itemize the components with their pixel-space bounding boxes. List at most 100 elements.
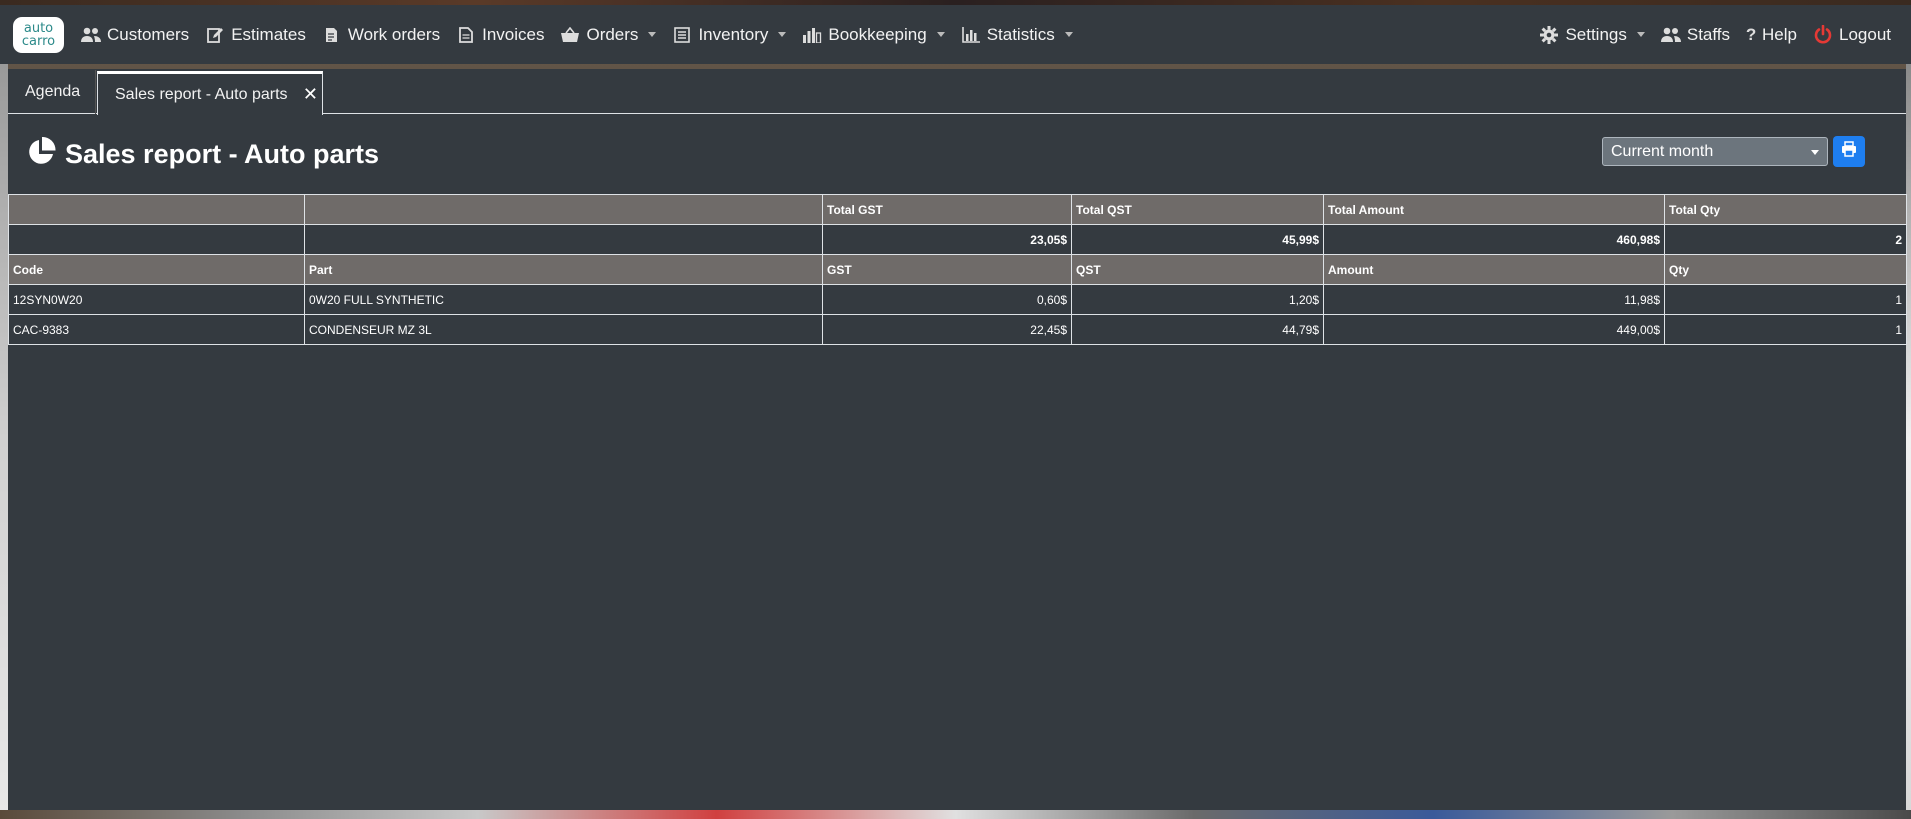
background-photo-right (1906, 64, 1911, 814)
sales-report-table: Total GST Total QST Total Amount Total Q… (8, 194, 1907, 345)
table-header-cell: Total Qty (1664, 194, 1907, 225)
tab-sales-report[interactable]: Sales report - Auto parts ✕ (97, 71, 323, 115)
column-header-amount[interactable]: Amount (1323, 254, 1665, 285)
table-header-cell: Total QST (1071, 194, 1324, 225)
users-icon (1660, 25, 1681, 45)
nav-help-label: Help (1762, 24, 1797, 44)
tab-agenda-label: Agenda (25, 83, 81, 100)
cell-part: CONDENSEUR MZ 3L (304, 314, 823, 345)
table-header-cell: Total Amount (1323, 194, 1665, 225)
cell-qty: 1 (1664, 314, 1907, 345)
nav-orders[interactable]: Orders (552, 15, 664, 55)
file-icon (456, 25, 476, 45)
tab-agenda[interactable]: Agenda (8, 70, 96, 114)
cell-part: 0W20 FULL SYNTHETIC (304, 284, 823, 315)
users-icon (81, 25, 101, 45)
totals-row: 23,05$ 45,99$ 460,98$ 2 (8, 224, 1907, 255)
chevron-down-icon (648, 32, 657, 37)
table-header-cell (8, 194, 305, 225)
total-gst: 23,05$ (822, 224, 1072, 255)
page-title: Sales report - Auto parts (65, 139, 380, 169)
nav-estimates-label: Estimates (231, 24, 306, 44)
logo-text-bottom: carro (21, 33, 56, 49)
table-cell (8, 224, 305, 255)
cell-gst: 0,60$ (822, 284, 1072, 315)
cell-code: 12SYN0W20 (8, 284, 305, 315)
nav-staffs[interactable]: Staffs (1653, 15, 1738, 55)
close-tab-icon[interactable]: ✕ (303, 84, 318, 105)
nav-inventory[interactable]: Inventory (664, 15, 794, 55)
column-header-qst[interactable]: QST (1071, 254, 1324, 285)
pie-chart-icon (26, 136, 56, 172)
period-select-value: Current month (1611, 142, 1714, 160)
total-qty: 2 (1664, 224, 1907, 255)
tab-sales-report-label: Sales report - Auto parts (115, 85, 288, 103)
nav-inventory-label: Inventory (698, 24, 769, 44)
chevron-down-icon (1811, 150, 1819, 155)
nav-work-orders[interactable]: Work orders (314, 15, 448, 55)
nav-invoices[interactable]: Invoices (448, 15, 552, 55)
chevron-down-icon (1064, 32, 1073, 37)
cell-amount: 449,00$ (1323, 314, 1665, 345)
background-photo-left (0, 64, 8, 814)
cell-qst: 44,79$ (1071, 314, 1324, 345)
edit-icon (205, 25, 225, 45)
gear-icon (1539, 25, 1559, 45)
totals-header-row: Total GST Total QST Total Amount Total Q… (8, 194, 1907, 225)
nav-statistics[interactable]: Statistics (953, 15, 1081, 55)
total-amount: 460,98$ (1323, 224, 1665, 255)
column-header-row: Code Part GST QST Amount Qty (8, 254, 1907, 285)
cell-qty: 1 (1664, 284, 1907, 315)
chevron-down-icon (778, 32, 787, 37)
column-header-part[interactable]: Part (304, 254, 823, 285)
nav-customers-label: Customers (107, 24, 190, 44)
top-navbar: auto carro Customers Estimates Work orde… (0, 5, 1911, 64)
autocarro-logo[interactable]: auto carro (13, 16, 64, 53)
bar-chart-icon (961, 25, 981, 45)
nav-logout-label: Logout (1839, 24, 1891, 44)
table-row[interactable]: CAC-9383 CONDENSEUR MZ 3L 22,45$ 44,79$ … (8, 314, 1907, 345)
nav-invoices-label: Invoices (482, 24, 545, 44)
nav-logout[interactable]: Logout (1805, 15, 1899, 55)
nav-settings[interactable]: Settings (1531, 15, 1652, 55)
nav-settings-label: Settings (1565, 24, 1627, 44)
nav-bookkeeping-label: Bookkeeping (828, 24, 927, 44)
print-button[interactable] (1833, 136, 1865, 167)
column-header-gst[interactable]: GST (822, 254, 1072, 285)
basket-icon (560, 25, 580, 45)
nav-bookkeeping[interactable]: Bookkeeping (794, 15, 952, 55)
document-edit-icon (322, 25, 342, 45)
list-icon (672, 25, 692, 45)
nav-help[interactable]: ? Help (1738, 15, 1805, 55)
logo-text-top: auto (23, 20, 54, 36)
nav-work-orders-label: Work orders (347, 24, 441, 44)
page-header: Sales report - Auto parts (26, 136, 380, 172)
cell-gst: 22,45$ (822, 314, 1072, 345)
nav-statistics-label: Statistics (986, 24, 1055, 44)
tab-bar: Agenda Sales report - Auto parts ✕ (8, 69, 1906, 115)
cell-code: CAC-9383 (8, 314, 305, 345)
total-qst: 45,99$ (1071, 224, 1324, 255)
table-row[interactable]: 12SYN0W20 0W20 FULL SYNTHETIC 0,60$ 1,20… (8, 284, 1907, 315)
column-header-code[interactable]: Code (8, 254, 305, 285)
background-photo-bottom (0, 810, 1911, 819)
table-header-cell (304, 194, 823, 225)
nav-right-menu: Settings Staffs ? Help Logout (1531, 15, 1899, 55)
nav-customers[interactable]: Customers (73, 15, 197, 55)
period-select[interactable]: Current month (1602, 137, 1828, 166)
cell-amount: 11,98$ (1323, 284, 1665, 315)
nav-left-menu: Customers Estimates Work orders Invoices… (73, 15, 1081, 55)
power-icon (1813, 24, 1833, 45)
nav-estimates[interactable]: Estimates (197, 15, 314, 55)
table-cell (304, 224, 823, 255)
nav-staffs-label: Staffs (1686, 24, 1731, 44)
printer-icon (1841, 141, 1857, 162)
chevron-down-icon (1636, 32, 1645, 37)
table-header-cell: Total GST (822, 194, 1072, 225)
cell-qst: 1,20$ (1071, 284, 1324, 315)
question-icon: ? (1745, 24, 1757, 44)
main-panel: Agenda Sales report - Auto parts ✕ Sales… (8, 69, 1907, 810)
column-header-qty[interactable]: Qty (1664, 254, 1907, 285)
ledger-icon (802, 25, 822, 45)
chevron-down-icon (936, 32, 945, 37)
